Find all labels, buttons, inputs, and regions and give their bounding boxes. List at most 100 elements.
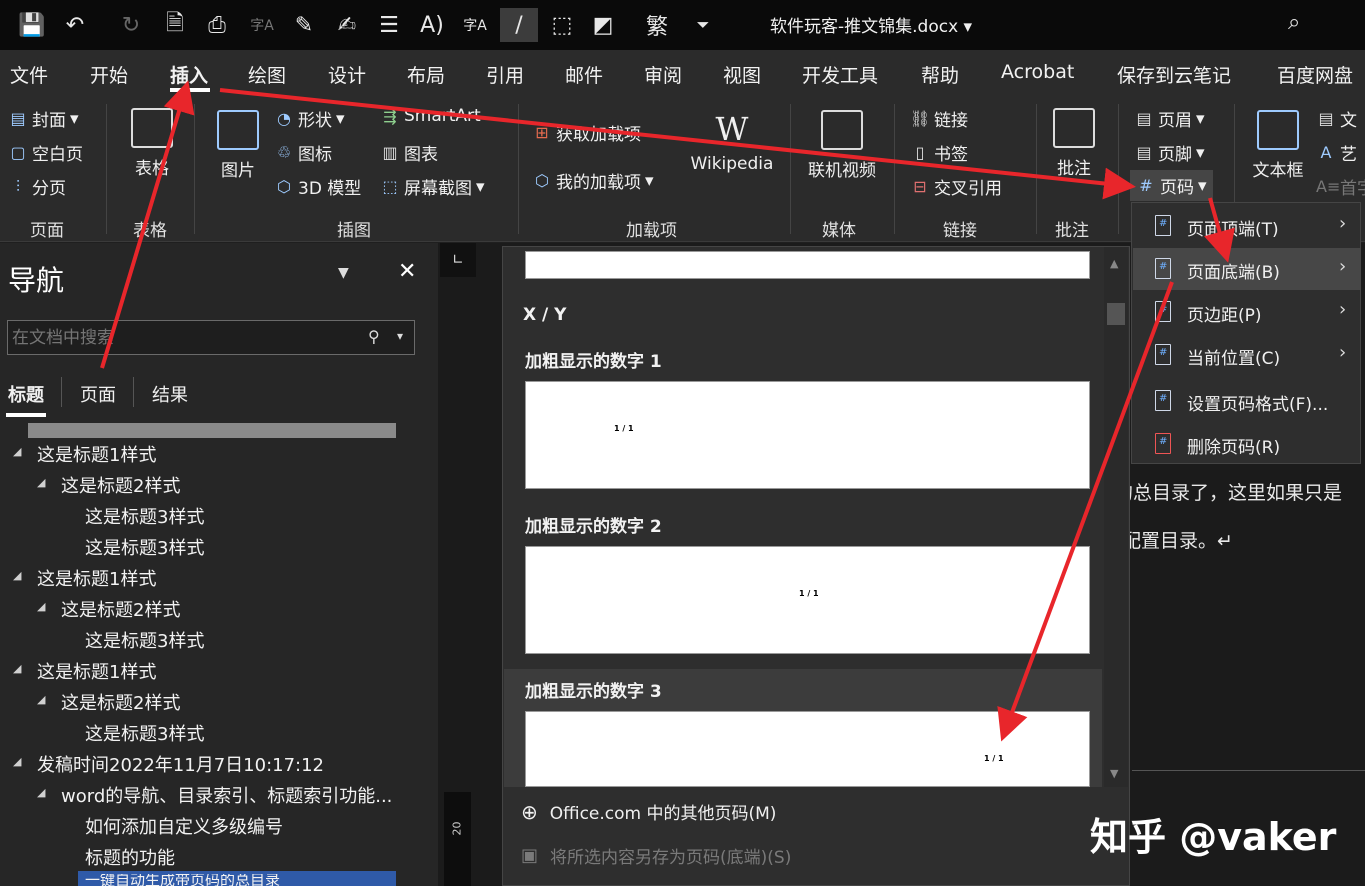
heading-item[interactable]: 这是标题2样式 bbox=[61, 596, 180, 622]
gallery-scrollbar[interactable]: ▲ ▼ bbox=[1104, 247, 1128, 787]
heading-item[interactable]: 这是标题1样式 bbox=[37, 441, 156, 467]
save-icon[interactable]: 💾 bbox=[15, 8, 49, 42]
chart-button[interactable]: ▥ 图表 bbox=[380, 140, 438, 165]
screenshot-button[interactable]: ⬚ 屏幕截图 ▾ bbox=[380, 174, 484, 200]
read-aloud-icon[interactable]: A) bbox=[415, 8, 449, 42]
tab-stop-selector[interactable]: ∟ bbox=[440, 243, 476, 277]
tab-draw[interactable]: 绘图 bbox=[248, 61, 286, 88]
gallery-preview-previous[interactable] bbox=[525, 251, 1090, 279]
align-icon[interactable]: ☰ bbox=[372, 8, 406, 42]
collapse-icon[interactable]: ◢ bbox=[13, 569, 21, 582]
scroll-down-icon[interactable]: ▼ bbox=[1110, 767, 1118, 780]
tab-headings[interactable]: 标题 bbox=[8, 381, 44, 407]
tab-view[interactable]: 视图 bbox=[723, 61, 761, 88]
wordart-button[interactable]: A艺 bbox=[1316, 140, 1357, 165]
print-preview-icon[interactable]: 🗎 bbox=[158, 8, 192, 42]
draw-pen-icon[interactable]: / bbox=[500, 8, 538, 42]
tab-references[interactable]: 引用 bbox=[486, 61, 524, 88]
my-addins-button[interactable]: ⬡ 我的加载项 ▾ bbox=[532, 168, 654, 194]
link-button[interactable]: ⛓ 链接 bbox=[910, 106, 968, 131]
heading-item[interactable]: 这是标题1样式 bbox=[37, 658, 156, 684]
footer-button[interactable]: ▤ 页脚 ▾ bbox=[1134, 140, 1204, 166]
tab-save-to-cloud[interactable]: 保存到云笔记 bbox=[1117, 61, 1231, 88]
sign-icon[interactable]: ✍ bbox=[330, 8, 364, 42]
scrollbar[interactable] bbox=[28, 423, 396, 438]
tab-mailings[interactable]: 邮件 bbox=[565, 61, 603, 88]
menu-item-remove-page-numbers[interactable]: 删除页码(R) bbox=[1133, 423, 1361, 465]
picture-button[interactable]: 图片 bbox=[212, 110, 264, 181]
heading-item[interactable]: 如何添加自定义多级编号 bbox=[85, 813, 283, 839]
3d-model-button[interactable]: ⬡ 3D 模型 bbox=[274, 174, 361, 199]
icons-button[interactable]: ♲ 图标 bbox=[274, 140, 332, 165]
collapse-icon[interactable]: ◢ bbox=[37, 600, 45, 613]
cover-page-button[interactable]: ▤ 封面 ▾ bbox=[8, 106, 78, 132]
heading-item[interactable]: 这是标题3样式 bbox=[85, 720, 204, 746]
search-icon[interactable]: ⚲ bbox=[368, 327, 380, 346]
chevron-down-icon[interactable]: ▾ bbox=[397, 329, 403, 343]
translate-icon[interactable]: 字A bbox=[245, 8, 279, 42]
redo-icon[interactable]: ↻ bbox=[114, 8, 148, 42]
header-button[interactable]: ▤ 页眉 ▾ bbox=[1134, 106, 1204, 132]
shapes-button[interactable]: ◔ 形状 ▾ bbox=[274, 106, 345, 132]
nav-options-icon[interactable]: ▼ bbox=[338, 265, 349, 281]
shading-icon[interactable]: ◩ bbox=[586, 8, 620, 42]
heading-item[interactable]: 发稿时间2022年11月7日10:17:12 bbox=[37, 751, 324, 777]
online-video-button[interactable]: 联机视频 bbox=[804, 110, 880, 181]
search-icon[interactable]: ⌕ bbox=[1288, 10, 1300, 35]
textbox-button[interactable]: 文本框 bbox=[1248, 110, 1308, 181]
tab-results[interactable]: 结果 bbox=[152, 381, 188, 407]
menu-item-current-position[interactable]: 当前位置(C) › bbox=[1133, 334, 1361, 376]
document-title[interactable]: 软件玩客-推文锦集.docx ▾ bbox=[770, 12, 972, 37]
collapse-icon[interactable]: ◢ bbox=[13, 662, 21, 675]
gallery-item-preview[interactable]: 1 / 1 bbox=[525, 381, 1090, 489]
collapse-icon[interactable]: ◢ bbox=[13, 445, 21, 458]
menu-item-page-margins[interactable]: 页边距(P) › bbox=[1133, 291, 1361, 333]
collapse-icon[interactable]: ◢ bbox=[13, 755, 21, 768]
menu-item-format-page-numbers[interactable]: 设置页码格式(F)... bbox=[1133, 380, 1361, 422]
edit-icon[interactable]: ✎ bbox=[287, 8, 321, 42]
tab-pages[interactable]: 页面 bbox=[80, 381, 116, 407]
menu-item-bottom-of-page[interactable]: 页面底端(B) › bbox=[1133, 248, 1361, 290]
table-button[interactable]: 表格 bbox=[126, 108, 178, 179]
more-page-numbers-button[interactable]: ⊕ Office.com 中的其他页码(M) bbox=[521, 799, 776, 825]
quick-print-icon[interactable]: ⎙ bbox=[200, 8, 234, 42]
close-icon[interactable]: ✕ bbox=[398, 259, 416, 284]
tab-review[interactable]: 审阅 bbox=[644, 61, 682, 88]
tab-developer[interactable]: 开发工具 bbox=[802, 61, 878, 88]
tab-insert[interactable]: 插入 bbox=[170, 61, 208, 88]
heading-item-selected[interactable]: 一键自动生成带页码的总目录 bbox=[85, 874, 280, 886]
heading-item[interactable]: 这是标题3样式 bbox=[85, 503, 204, 529]
gallery-item-preview[interactable]: 1 / 1 bbox=[525, 546, 1090, 654]
heading-item[interactable]: 这是标题2样式 bbox=[61, 472, 180, 498]
search-input[interactable] bbox=[7, 320, 415, 355]
new-comment-button[interactable]: 批注 bbox=[1046, 108, 1102, 179]
tab-layout[interactable]: 布局 bbox=[407, 61, 445, 88]
wikipedia-button[interactable]: W Wikipedia bbox=[686, 110, 778, 174]
bookmark-button[interactable]: ▯ 书签 bbox=[910, 140, 968, 165]
heading-item[interactable]: 这是标题3样式 bbox=[85, 627, 204, 653]
page-number-button[interactable]: # 页码 ▾ bbox=[1130, 170, 1213, 201]
tab-help[interactable]: 帮助 bbox=[921, 61, 959, 88]
scroll-up-icon[interactable]: ▲ bbox=[1110, 257, 1118, 270]
heading-item[interactable]: 这是标题1样式 bbox=[37, 565, 156, 591]
customize-qa-icon[interactable]: ⏷ bbox=[686, 8, 720, 42]
translate2-icon[interactable]: 字A bbox=[458, 8, 492, 42]
get-addins-button[interactable]: ⊞ 获取加载项 bbox=[532, 120, 641, 145]
heading-item[interactable]: 这是标题2样式 bbox=[61, 689, 180, 715]
collapse-icon[interactable]: ◢ bbox=[37, 693, 45, 706]
undo-icon[interactable]: ↶ bbox=[58, 8, 92, 42]
tab-acrobat[interactable]: Acrobat bbox=[1001, 61, 1074, 83]
collapse-icon[interactable]: ◢ bbox=[37, 786, 45, 799]
select-icon[interactable]: ⬚ bbox=[545, 8, 579, 42]
menu-item-top-of-page[interactable]: 页面顶端(T) › bbox=[1133, 205, 1361, 247]
tab-home[interactable]: 开始 bbox=[90, 61, 128, 88]
heading-item[interactable]: word的导航、目录索引、标题索引功能... bbox=[61, 782, 392, 808]
collapse-icon[interactable]: ◢ bbox=[37, 476, 45, 489]
page-break-button[interactable]: ⫶ 分页 bbox=[8, 174, 66, 200]
scroll-thumb[interactable] bbox=[1107, 303, 1125, 325]
gallery-item-preview[interactable]: 1 / 1 bbox=[525, 711, 1090, 787]
blank-page-button[interactable]: ▢ 空白页 bbox=[8, 140, 83, 165]
cross-reference-button[interactable]: ⊟ 交叉引用 bbox=[910, 174, 1002, 199]
heading-item[interactable]: 这是标题3样式 bbox=[85, 534, 204, 560]
tab-design[interactable]: 设计 bbox=[328, 61, 366, 88]
